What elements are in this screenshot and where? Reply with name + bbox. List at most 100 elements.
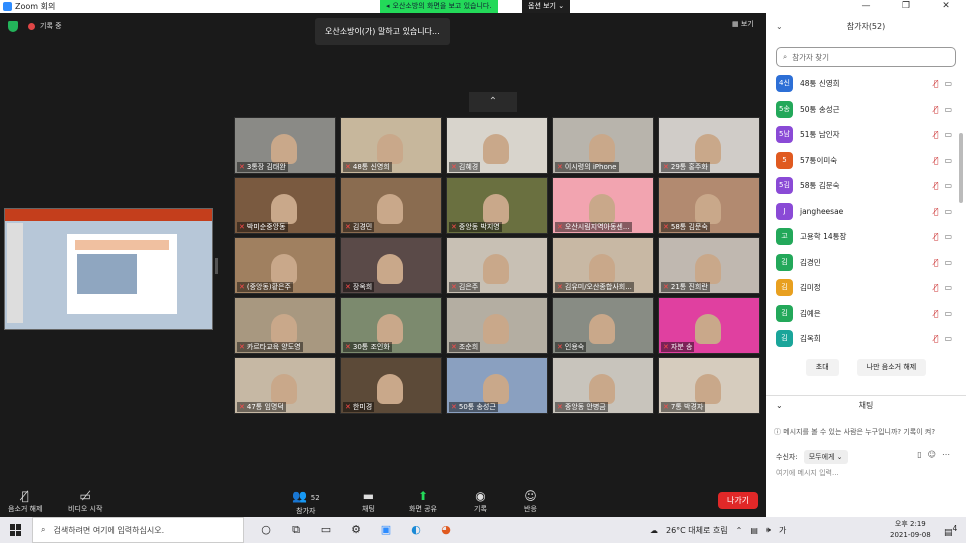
participant-search-input[interactable]: ⌕ 참가자 찾기 — [776, 47, 956, 67]
mic-muted-icon: 🎙̸ — [933, 130, 939, 140]
video-tile[interactable]: ✕ 인용숙 — [552, 297, 654, 354]
video-tile[interactable]: ✕ 30통 조인화 — [340, 297, 442, 354]
task-view-icon[interactable]: ⧉ — [288, 523, 304, 537]
settings-icon[interactable]: ⚙ — [348, 523, 364, 537]
minimize-button[interactable]: — — [846, 0, 886, 13]
chevron-down-icon[interactable]: ⌄ — [776, 396, 783, 416]
video-tile[interactable]: ✕ (중앙동)황은주 — [234, 237, 336, 294]
chevron-down-icon[interactable]: ⌄ — [776, 13, 783, 41]
shared-screen-thumbnail[interactable] — [4, 208, 213, 330]
chat-message-input[interactable]: 여기에 메시지 입력... — [776, 468, 839, 478]
tile-name-tag: ✕ 카르타교육 양도영 — [237, 342, 303, 352]
file-explorer-icon[interactable]: ▭ — [318, 523, 334, 537]
tile-name-tag: ✕ 50통 송성근 — [449, 402, 498, 412]
network-icon[interactable]: ▤ — [750, 526, 758, 535]
participant-video — [695, 194, 721, 224]
participant-row[interactable]: 5송 50통 송성근 🎙̸ ▭ — [776, 97, 966, 123]
tile-name: 박미순중앙동 — [246, 223, 286, 231]
volume-icon[interactable]: 🕪 — [766, 525, 771, 535]
zoom-app-icon[interactable]: ▣ — [378, 523, 394, 537]
record-button[interactable]: ◉ 기록 — [474, 488, 487, 514]
participant-row[interactable]: 김 김옥희 🎙̸ ▭ — [776, 326, 966, 352]
maximize-button[interactable]: ❐ — [886, 0, 926, 13]
participant-row[interactable]: 김 김예은 🎙̸ ▭ — [776, 301, 966, 327]
video-tile[interactable]: ✕ 58통 김문숙 — [658, 177, 760, 234]
video-tile[interactable]: ✕ 김경민 — [340, 177, 442, 234]
ime-indicator[interactable]: 가 — [779, 525, 786, 536]
taskbar-search-input[interactable]: ⌕ 검색하려면 여기에 입력하십시오. — [32, 517, 244, 543]
reactions-button[interactable]: ☺ 반응 — [524, 488, 537, 514]
participant-video — [483, 374, 509, 404]
screen-share-banner: ◂ 오산소방의 화면을 보고 있습니다. — [380, 0, 498, 13]
share-screen-button[interactable]: ⬆ 화면 공유 — [409, 488, 437, 514]
recipient-select[interactable]: 모두에게 ⌄ — [803, 450, 848, 464]
video-tile[interactable]: ✕ 김은주 — [446, 237, 548, 294]
video-tile[interactable]: ✕ 21통 진희란 — [658, 237, 760, 294]
video-tile[interactable]: ✕ 중앙동 박지영 — [446, 177, 548, 234]
participant-row[interactable]: 고 고용학 14통장 🎙̸ ▭ — [776, 224, 966, 250]
windows-start-icon[interactable] — [10, 524, 22, 536]
video-tile[interactable]: ✕ 카르타교육 양도영 — [234, 297, 336, 354]
participant-row[interactable]: Jjangheesae 🎙̸ ▭ — [776, 199, 966, 225]
tray-overflow-icon[interactable]: ⌃ — [736, 526, 743, 535]
tile-name: 김은주 — [458, 283, 479, 291]
view-options-button[interactable]: 옵션 보기 ⌄ — [522, 0, 571, 13]
edge-icon[interactable]: ◐ — [408, 523, 424, 537]
participant-status: 🎙̸ ▭ — [934, 232, 952, 241]
firefox-icon[interactable]: ◕ — [438, 523, 454, 537]
participant-video — [589, 374, 615, 404]
participant-row[interactable]: 김 김경민 🎙̸ ▭ — [776, 250, 966, 276]
video-tile[interactable]: ✕ 김유미/오산종합사회... — [552, 237, 654, 294]
video-tile[interactable]: ✕ 47통 임명덕 — [234, 357, 336, 414]
video-tile[interactable]: ✕ 한미경 — [340, 357, 442, 414]
tile-name-tag: ✕ 자분 송 — [661, 342, 695, 352]
participant-name: 김예은 — [800, 308, 821, 318]
video-tile[interactable]: ✕ 이시령의 iPhone — [552, 117, 654, 174]
participant-row[interactable]: 4신 48통 신영희 🎙̸ ▭ — [776, 71, 966, 97]
leave-button[interactable]: 나가기 — [718, 492, 758, 509]
split-handle[interactable] — [215, 258, 218, 274]
search-icon: ⌕ — [41, 525, 46, 534]
participants-button[interactable]: 👥 52 참가자 — [292, 488, 320, 516]
chat-privacy-note[interactable]: ⓘ 메시지를 볼 수 있는 사람은 누구입니까? 기록이 켜? — [774, 427, 935, 437]
video-tile[interactable]: ✕ 조순희 — [446, 297, 548, 354]
emoji-icon[interactable]: ☺ — [928, 450, 936, 459]
close-button[interactable]: ✕ — [926, 0, 966, 13]
taskbar-clock[interactable]: 오후 2:19 2021-09-08 — [890, 519, 931, 541]
weather-text[interactable]: 26°C 대체로 흐림 — [666, 525, 728, 536]
invite-button[interactable]: 초대 — [805, 358, 839, 376]
video-tile[interactable]: ✕ 박미순중앙동 — [234, 177, 336, 234]
encryption-shield-icon[interactable] — [8, 21, 18, 32]
unmute-button[interactable]: 🎙̸ 음소거 해제 — [8, 488, 42, 514]
video-tile[interactable]: ✕ 중앙동 안병금 — [552, 357, 654, 414]
start-video-button[interactable]: ▭̸ 비디오 시작 — [68, 488, 102, 514]
video-tile[interactable]: ✕ 김혜경 — [446, 117, 548, 174]
scroll-up-button[interactable]: ⌃ — [469, 92, 517, 112]
cortana-icon[interactable]: ○ — [258, 523, 274, 537]
video-tile[interactable]: ✕ 자분 송 — [658, 297, 760, 354]
avatar: 5김 — [776, 177, 793, 195]
participant-row[interactable]: 5남 51통 남인자 🎙̸ ▭ — [776, 122, 966, 148]
participant-row[interactable]: 5 57통이미숙 🎙̸ ▭ — [776, 148, 966, 174]
video-tile[interactable]: ✕ 7통 박경자 — [658, 357, 760, 414]
participant-row[interactable]: 5김 58통 김문숙 🎙̸ ▭ — [776, 173, 966, 199]
chat-button[interactable]: ▬ 채팅 — [362, 488, 375, 514]
participant-scrollbar[interactable] — [959, 133, 963, 203]
participant-status: 🎙̸ ▭ — [934, 105, 952, 114]
video-tile[interactable]: ✕ 오산시림지역아동센... — [552, 177, 654, 234]
participant-video — [589, 254, 615, 284]
video-tile[interactable]: ✕ 50통 송성근 — [446, 357, 548, 414]
video-tile[interactable]: ✕ 29통 홍주화 — [658, 117, 760, 174]
tile-name-tag: ✕ 29통 홍주화 — [661, 162, 710, 172]
unmute-me-button[interactable]: 나만 음소거 해제 — [856, 358, 927, 376]
video-tile[interactable]: ✕ 48통 신영희 — [340, 117, 442, 174]
camera-icon: ▭ — [944, 181, 952, 191]
view-button[interactable]: ▦ 보기 — [732, 19, 754, 29]
video-tile[interactable]: ✕ 장옥희 — [340, 237, 442, 294]
participant-row[interactable]: 김 김미정 🎙̸ ▭ — [776, 275, 966, 301]
tile-name: 58통 김문숙 — [670, 223, 708, 231]
more-icon[interactable]: ⋯ — [942, 450, 950, 459]
video-tile[interactable]: ✕ 3통장 김태완 — [234, 117, 336, 174]
notification-icon[interactable]: ▤4 — [944, 524, 957, 538]
file-icon[interactable]: ▯ — [917, 450, 921, 459]
